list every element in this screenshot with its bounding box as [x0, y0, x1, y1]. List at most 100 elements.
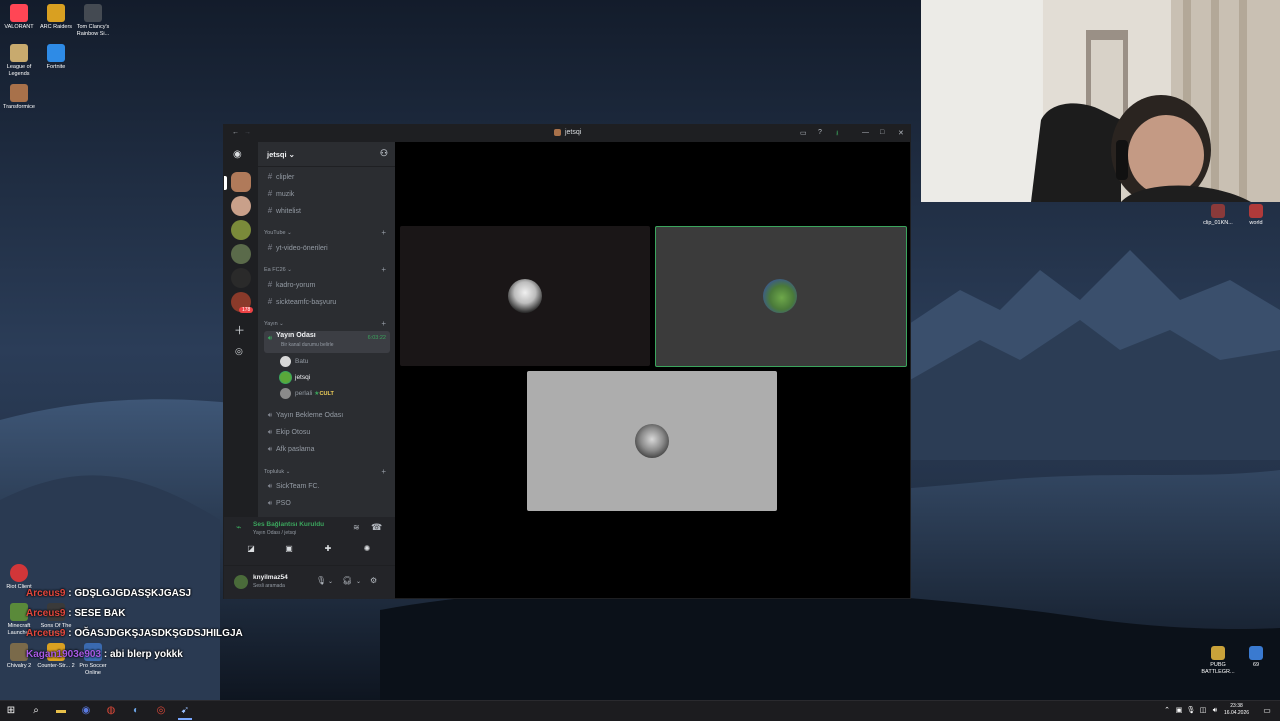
participant-tile[interactable] [400, 226, 650, 366]
desktop-icon-label: Chivalry 2 [6, 663, 32, 669]
back-arrow-icon[interactable]: ← [232, 129, 239, 136]
chat-text: abi blerp yokkk [109, 649, 183, 660]
desktop-icon-riot-client[interactable]: Riot Client [0, 564, 39, 591]
obs-icon[interactable]: ➹ [178, 704, 192, 720]
channel-sickteamfc-basvuru[interactable]: # sickteamfc-başvuru [264, 294, 390, 309]
channel-ekip-otosu[interactable]: 🔊︎ Ekip Otosu [264, 425, 390, 440]
participant-avatar [508, 279, 542, 313]
discord-home-icon[interactable]: ◉ [233, 149, 242, 160]
category-topluluk[interactable]: Topluluk ⌄ + [264, 467, 386, 476]
clock-date: 16.04.2026 [1224, 710, 1250, 716]
riot-taskbar-icon[interactable]: ◎ [154, 704, 168, 718]
category-youtube[interactable]: YouTube ⌄ + [264, 228, 386, 237]
server-3[interactable] [231, 220, 251, 240]
voice-status[interactable]: Ses Bağlantısı Kuruldu [253, 521, 324, 528]
help-icon[interactable]: ? [818, 129, 822, 136]
soundboard-button[interactable]: ✺ [353, 541, 381, 557]
channel-label: Ekip Otosu [276, 429, 311, 436]
headphones-icon[interactable]: 🎧︎ [342, 576, 352, 585]
chat-text: SESE BAK [74, 608, 126, 619]
chevron-down-icon[interactable]: ⌄ [328, 578, 333, 585]
desktop-icon-arc-raiders[interactable]: ARC Raiders [36, 4, 76, 31]
channel-pso[interactable]: 🔊︎ PSO [264, 496, 390, 511]
forward-arrow-icon[interactable]: → [244, 129, 251, 136]
noise-suppression-icon[interactable]: ≋ [353, 523, 360, 532]
channel-sidebar: jetsqi ⌄ ⚇ # clipler # muzik # whitelist Yo… [258, 142, 395, 517]
microphone-icon[interactable]: 🎙︎ [316, 576, 326, 585]
server-jetsqi[interactable] [231, 172, 251, 192]
add-server-icon[interactable]: ＋ [234, 322, 245, 338]
clock-time: 23:38 [1230, 703, 1243, 709]
inbox-icon[interactable]: ▭ [800, 129, 807, 137]
chevron-down-icon[interactable]: ⌄ [356, 578, 361, 585]
category-yayin[interactable]: Yayın ⌄ + [264, 319, 386, 328]
desktop-icon-valorant[interactable]: VALORANT [0, 4, 39, 31]
hash-icon: # [267, 172, 273, 181]
add-channel-icon[interactable]: + [381, 265, 386, 274]
notification-icon[interactable]: ▭ [1260, 704, 1274, 718]
desktop-icon-fortnite[interactable]: Fortnite [36, 44, 76, 71]
desktop-icon-league[interactable]: League of Legends [0, 44, 39, 78]
channel-afk-paslama[interactable]: 🔊︎ Afk paslama [264, 442, 390, 457]
desktop-icon-rainbow-six[interactable]: Tom Clancy's Rainbow Si... [73, 4, 113, 38]
invite-icon[interactable]: ⚇ [380, 148, 388, 159]
desktop-icon-clip[interactable]: clip_01KN... [1197, 204, 1239, 227]
channel-yayin-odasi[interactable]: 🔊︎ Yayın Odası Bir kanal durumu belirle 6… [264, 331, 390, 353]
participant-tile[interactable] [527, 371, 777, 511]
desktop-icon-pubg[interactable]: PUBG BATTLEGR... [1197, 646, 1239, 676]
voice-user-batu[interactable]: Batu [280, 355, 308, 369]
disconnect-icon[interactable]: ☎ [371, 522, 382, 533]
participant-tile-speaking[interactable] [655, 226, 907, 367]
channel-kadro-yorum[interactable]: # kadro-yorum [264, 277, 390, 292]
desktop-icon-69[interactable]: 69 [1235, 646, 1277, 669]
channel-muzik[interactable]: # muzik [264, 186, 390, 201]
category-fc26[interactable]: Ea FC26 ⌄ + [264, 265, 386, 274]
participant-avatar [635, 424, 669, 458]
desktop-icon-world[interactable]: world [1235, 204, 1277, 227]
desktop-icon-label: 69 [1252, 662, 1260, 668]
voice-channel-path[interactable]: Yayın Odası / jetsqi [253, 530, 296, 536]
channel-clipler[interactable]: # clipler [264, 169, 390, 184]
steam-icon[interactable]: ◐ [129, 704, 143, 718]
clock[interactable]: 23:38 16.04.2026 [1224, 703, 1249, 717]
chrome-icon[interactable]: ◍ [104, 704, 118, 718]
server-icon [554, 129, 561, 136]
username[interactable]: knyilmaz54 [253, 574, 288, 581]
close-icon[interactable]: ✕ [898, 129, 904, 137]
discord-window: ← → jetsqi ▭ ? ⭳ — □ ✕ ◉ 178 ＋ ◎ jetsqi … [223, 124, 911, 599]
settings-gear-icon[interactable]: ⚙ [370, 576, 377, 585]
server-4[interactable] [231, 244, 251, 264]
file-explorer-icon[interactable]: ▬ [54, 704, 68, 718]
desktop-icon-label: Pro Soccer Online [79, 663, 107, 676]
user-avatar[interactable] [234, 575, 248, 589]
discord-taskbar-icon[interactable]: ◉ [79, 704, 93, 718]
voice-user-name: perlali [295, 390, 313, 397]
volume-icon[interactable]: 🔊︎ [1208, 704, 1222, 718]
server-2[interactable] [231, 196, 251, 216]
search-icon[interactable]: ⌕ [29, 704, 43, 718]
channel-yayin-bekleme[interactable]: 🔊︎ Yayın Bekleme Odası [264, 408, 390, 423]
camera-off-button[interactable]: ◪ [237, 541, 265, 557]
minimize-icon[interactable]: — [862, 129, 869, 136]
avatar [280, 355, 291, 367]
desktop-icon-transformice[interactable]: Transformice [0, 84, 39, 111]
voice-user-name: Batu [295, 358, 309, 365]
discover-icon[interactable]: ◎ [235, 346, 243, 357]
arc-raiders-icon [47, 4, 65, 22]
channel-sickteam-fc[interactable]: 🔊︎ SickTeam FC. [264, 479, 390, 494]
voice-user-perlali[interactable]: perlali ★CULT [280, 387, 334, 401]
add-channel-icon[interactable]: + [381, 319, 386, 328]
maximize-icon[interactable]: □ [880, 129, 884, 136]
screen-share-button[interactable]: ▣ [275, 541, 303, 557]
add-channel-icon[interactable]: + [381, 228, 386, 237]
server-5[interactable] [231, 268, 251, 288]
voice-user-jetsqi[interactable]: jetsqi [280, 371, 310, 385]
server-header[interactable]: jetsqi ⌄ ⚇ [258, 142, 395, 167]
download-icon[interactable]: ⭳ [836, 129, 838, 140]
activities-button[interactable]: ✚ [314, 541, 342, 557]
channel-yt-video-onerileri[interactable]: # yt-video-önerileri [264, 240, 390, 255]
channel-whitelist[interactable]: # whitelist [264, 203, 390, 218]
channel-status[interactable]: Bir kanal durumu belirle [281, 341, 334, 349]
windows-start-icon[interactable]: ⊞ [4, 704, 18, 718]
add-channel-icon[interactable]: + [381, 467, 386, 476]
